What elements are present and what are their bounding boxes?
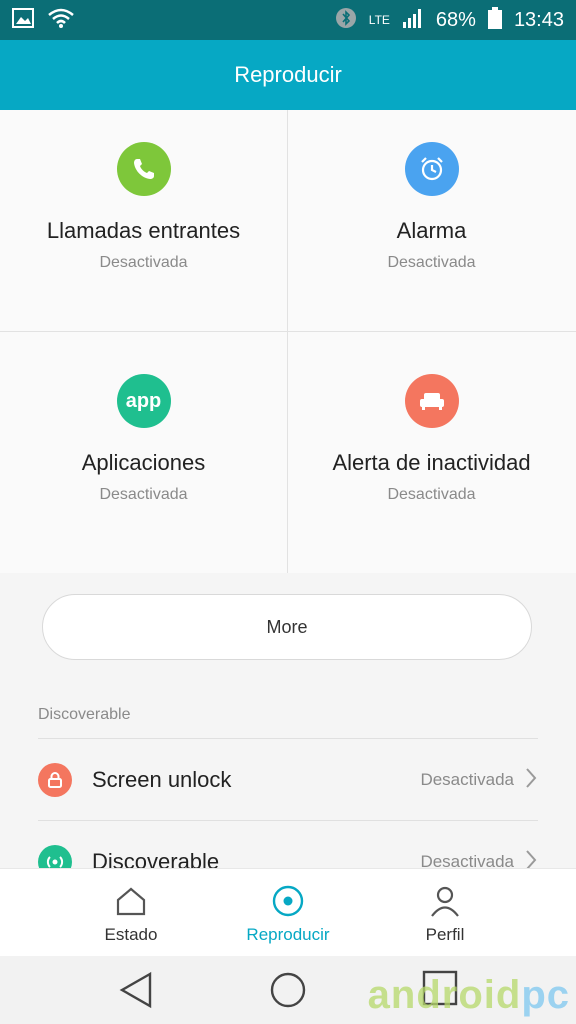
wifi-icon (46, 7, 76, 34)
status-bar: LTE 68% 13:43 (0, 0, 576, 40)
image-icon (12, 7, 34, 34)
app-icon: app (116, 374, 171, 428)
feature-grid: Llamadas entrantes Desactivada Alarma De… (0, 110, 576, 573)
alarm-clock-icon (404, 142, 459, 196)
system-navigation-bar: androidpc (0, 956, 576, 1024)
chevron-right-icon (524, 767, 538, 794)
tile-status: Desactivada (99, 254, 188, 271)
tile-status: Desactivada (99, 486, 188, 503)
battery-icon (487, 6, 502, 34)
nav-label: Perfil (425, 925, 465, 944)
play-circle-icon (271, 883, 305, 919)
bluetooth-icon (335, 7, 357, 34)
tile-status: Desactivada (387, 486, 476, 503)
screen-unlock-row[interactable]: Screen unlock Desactivada (38, 740, 538, 820)
person-icon (429, 883, 461, 919)
tile-incoming-calls[interactable]: Llamadas entrantes Desactivada (0, 110, 287, 341)
watermark-logo: androidpc (367, 973, 570, 1017)
tile-title: Llamadas entrantes (46, 218, 241, 243)
row-label: Screen unlock (92, 767, 232, 792)
nav-perfil[interactable]: Perfil (349, 869, 541, 957)
tile-alarm[interactable]: Alarma Desactivada (288, 110, 575, 341)
section-title: Discoverable (38, 706, 131, 723)
tile-title: Alarma (396, 218, 467, 243)
more-button[interactable]: More (42, 594, 532, 660)
back-icon[interactable] (118, 970, 154, 1015)
clock: 13:43 (513, 8, 564, 31)
page-title: Reproducir (234, 62, 342, 87)
tile-inactivity-alert[interactable]: Alerta de inactividad Desactivada (288, 342, 575, 573)
tile-title: Aplicaciones (81, 450, 206, 475)
home-icon (115, 883, 147, 919)
app-bar: Reproducir (0, 40, 576, 110)
nav-label: Reproducir (246, 925, 330, 944)
bottom-navigation: Estado Reproducir Perfil (0, 868, 576, 956)
tile-title: Alerta de inactividad (332, 450, 531, 475)
divider (38, 820, 538, 821)
home-circle-icon[interactable] (268, 970, 308, 1015)
tile-status: Desactivada (387, 254, 476, 271)
sofa-icon (404, 374, 459, 428)
phone-icon (116, 142, 171, 196)
battery-percent: 68% (435, 8, 476, 31)
tile-applications[interactable]: app Aplicaciones Desactivada (0, 342, 287, 573)
nav-label: Estado (104, 925, 158, 944)
lock-icon (38, 763, 72, 797)
row-status: Desactivada (420, 770, 514, 789)
signal-icon (402, 8, 424, 33)
divider (38, 738, 538, 739)
network-type: LTE (368, 13, 390, 27)
